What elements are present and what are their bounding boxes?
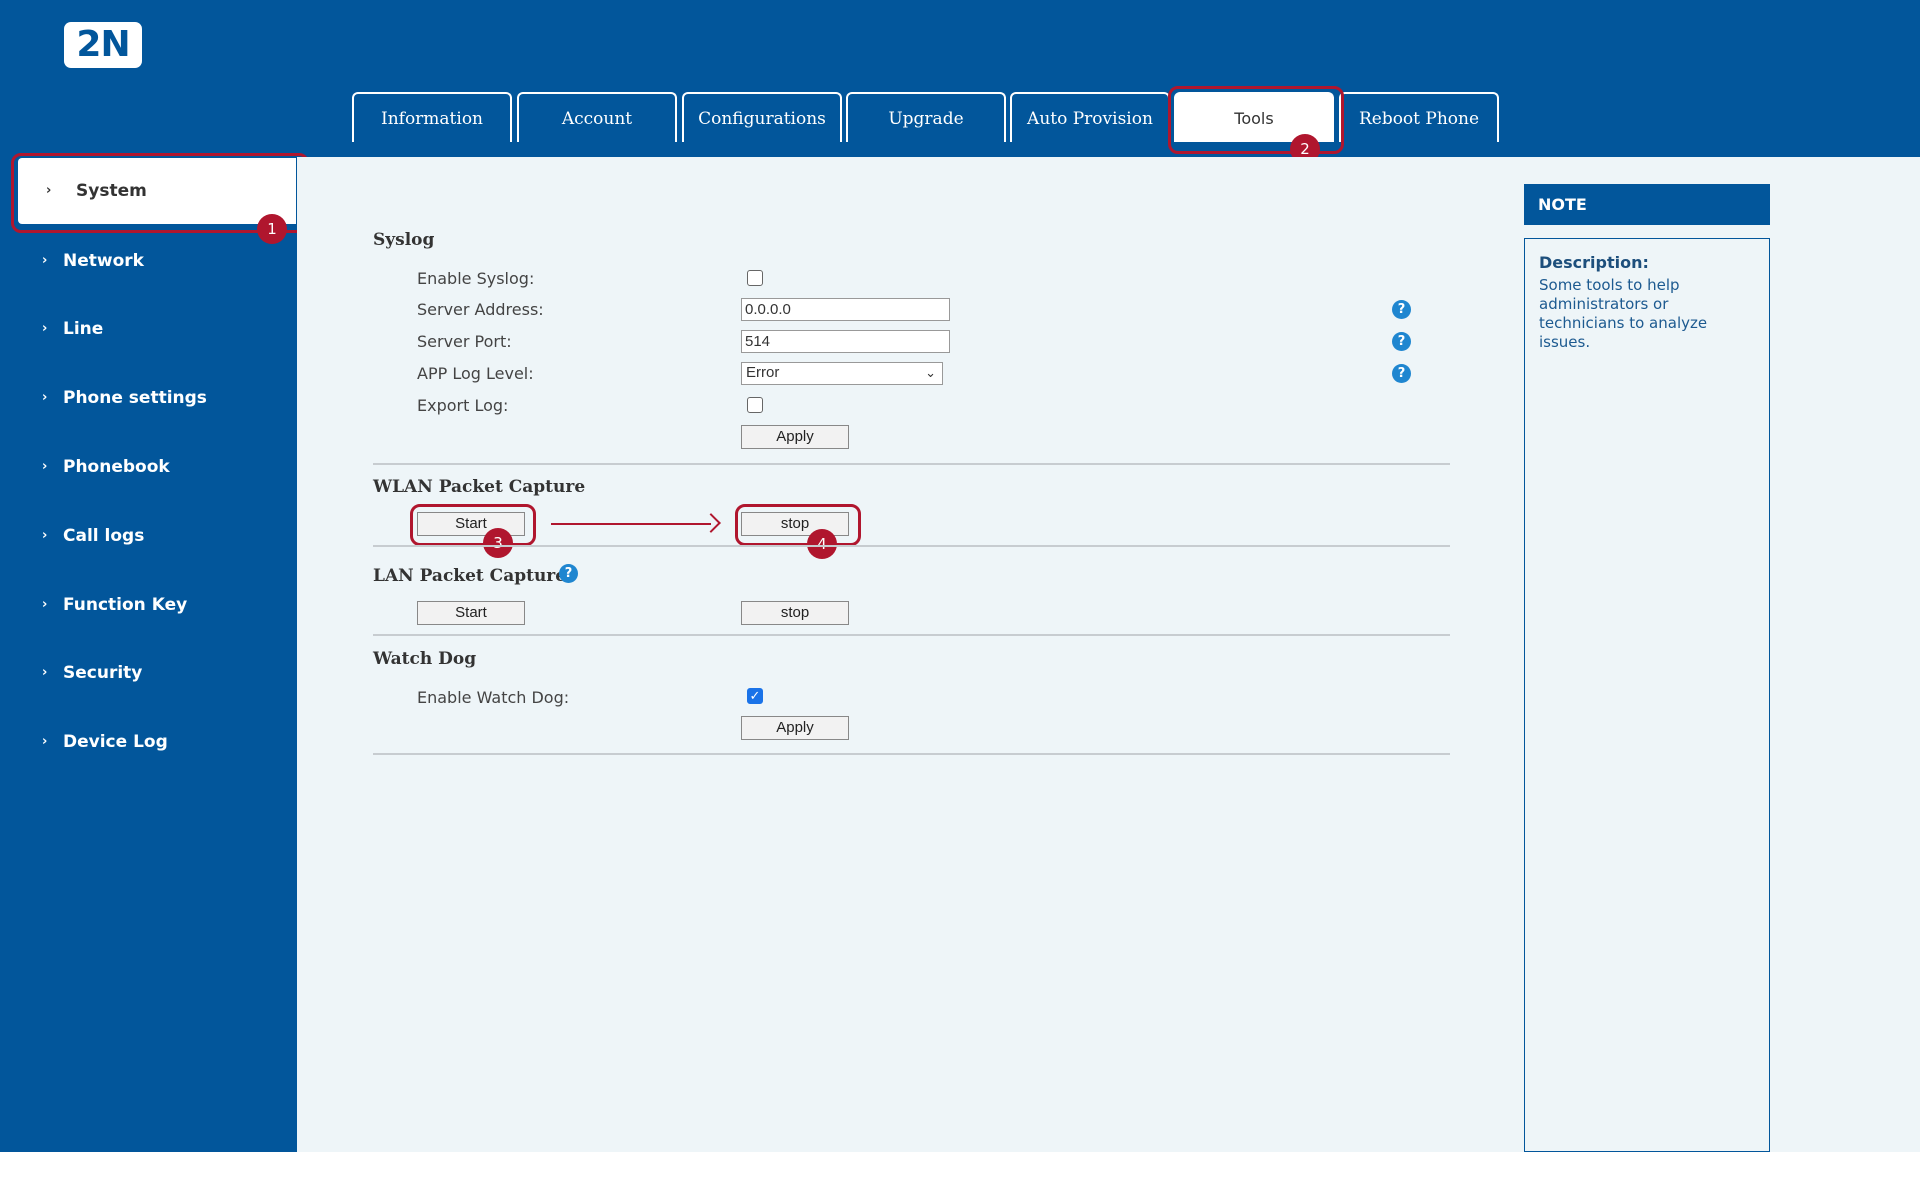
lan-stop-button[interactable]: stop [741,601,849,625]
chevron-right-icon: › [42,321,48,336]
sidebar-item-phone-settings[interactable]: › Phone settings [0,376,297,420]
server-port-help-icon[interactable]: ? [1392,332,1411,351]
export-log-label: Export Log: [417,396,509,415]
section-divider [373,545,1450,547]
sidebar-item-label: Line [63,319,104,339]
chevron-right-icon: › [42,734,48,749]
section-divider [373,634,1450,636]
chevron-right-icon: › [42,528,48,543]
enable-syslog-checkbox[interactable] [747,270,763,286]
sidebar-item-label: Security [63,663,143,683]
chevron-right-icon: › [42,597,48,612]
chevron-right-icon: › [42,253,48,268]
server-address-input[interactable]: 0.0.0.0 [741,298,950,321]
tab-upgrade[interactable]: Upgrade [846,92,1006,142]
chevron-down-icon: ⌄ [925,365,936,380]
chevron-right-icon: › [42,665,48,680]
note-description-text: Some tools to help administrators or tec… [1539,276,1708,351]
lan-section-title: LAN Packet Capture [373,566,567,586]
note-header: NOTE [1524,184,1770,225]
sidebar-item-label: Phonebook [63,457,170,477]
sidebar-item-function-key[interactable]: › Function Key [0,583,297,627]
lan-start-button[interactable]: Start [417,601,525,625]
sidebar-item-device-log[interactable]: › Device Log [0,720,297,764]
sidebar-item-label: Function Key [63,595,188,615]
chevron-right-icon: › [42,390,48,405]
tab-configurations[interactable]: Configurations [682,92,842,142]
sidebar-item-label: Network [63,251,144,271]
tab-information[interactable]: Information [352,92,512,142]
sidebar-item-label: Phone settings [63,388,207,408]
sidebar-item-call-logs[interactable]: › Call logs [0,514,297,558]
syslog-apply-button[interactable]: Apply [741,425,849,449]
export-log-checkbox[interactable] [747,397,763,413]
server-port-input[interactable]: 514 [741,330,950,353]
lan-capture-help-icon[interactable]: ? [559,564,578,583]
annotation-badge-4: 4 [807,529,837,559]
annotation-frame-wlan-start [410,504,536,546]
watchdog-section-title: Watch Dog [373,649,477,669]
server-address-help-icon[interactable]: ? [1392,300,1411,319]
annotation-frame-wlan-stop [735,504,861,546]
note-panel: Description: Some tools to help administ… [1524,238,1770,1152]
section-divider [373,463,1450,465]
sidebar-item-phonebook[interactable]: › Phonebook [0,445,297,489]
tab-auto-provision[interactable]: Auto Provision [1010,92,1170,142]
server-port-label: Server Port: [417,332,512,351]
sidebar-item-network[interactable]: › Network [0,239,297,283]
enable-syslog-label: Enable Syslog: [417,269,535,288]
server-address-label: Server Address: [417,300,544,319]
2n-logo: 2N [64,22,142,68]
app-log-level-help-icon[interactable]: ? [1392,364,1411,383]
annotation-badge-1: 1 [257,214,287,244]
note-description-title: Description: [1539,253,1649,272]
sidebar-item-label: Device Log [63,732,168,752]
annotation-badge-3: 3 [483,528,513,558]
watchdog-apply-button[interactable]: Apply [741,716,849,740]
app-log-level-select[interactable]: Error ⌄ [741,362,943,385]
tab-account[interactable]: Account [517,92,677,142]
wlan-section-title: WLAN Packet Capture [373,477,586,497]
app-log-level-label: APP Log Level: [417,364,534,383]
section-divider [373,753,1450,755]
syslog-section-title: Syslog [373,230,435,250]
sidebar-item-label: Call logs [63,526,145,546]
app-log-level-value: Error [746,364,780,381]
enable-watchdog-label: Enable Watch Dog: [417,688,570,707]
chevron-right-icon: › [42,459,48,474]
tab-reboot-phone[interactable]: Reboot Phone [1339,92,1499,142]
sidebar-item-security[interactable]: › Security [0,651,297,695]
enable-watchdog-checkbox[interactable]: ✓ [747,688,763,704]
sidebar-item-line[interactable]: › Line [0,307,297,351]
annotation-arrow-line [551,523,711,525]
